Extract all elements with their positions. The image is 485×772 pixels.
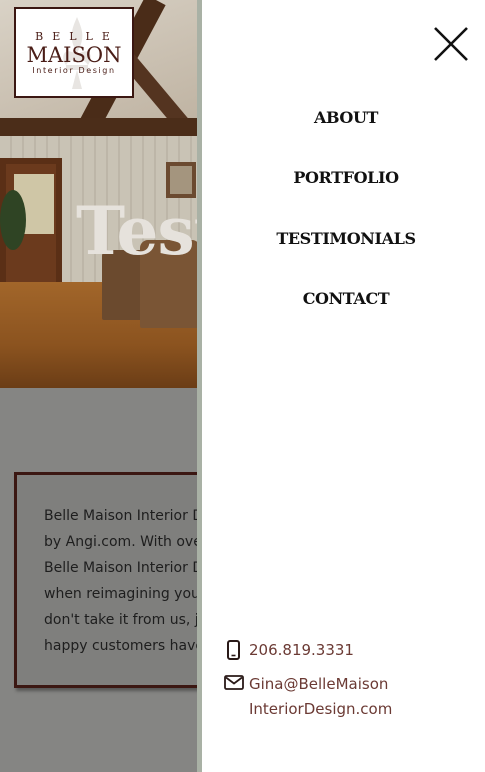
logo-text-subtitle: Interior Design (32, 66, 116, 75)
nav-drawer: ABOUT PORTFOLIO TESTIMONIALS CONTACT 206… (197, 0, 485, 772)
menu-item-portfolio[interactable]: PORTFOLIO (202, 168, 485, 187)
mobile-phone-icon (227, 640, 240, 660)
logo-text-belle: BELLE (35, 30, 119, 43)
menu-item-about[interactable]: ABOUT (202, 108, 485, 127)
close-icon (434, 27, 468, 61)
email-line-1: Gina@BelleMaison (249, 675, 389, 693)
menu-item-testimonials[interactable]: TESTIMONIALS (202, 229, 485, 248)
hero-beam (0, 118, 220, 136)
envelope-icon (224, 675, 244, 690)
hero-plant (0, 190, 26, 250)
email-line-2: InteriorDesign.com (249, 700, 393, 718)
phone-number: 206.819.3331 (249, 641, 354, 659)
site-logo[interactable]: BELLE MAISON Interior Design (14, 7, 134, 98)
logo-text-maison: MAISON (26, 43, 122, 67)
menu-item-contact[interactable]: CONTACT (202, 289, 485, 308)
close-menu-button[interactable] (431, 24, 471, 64)
